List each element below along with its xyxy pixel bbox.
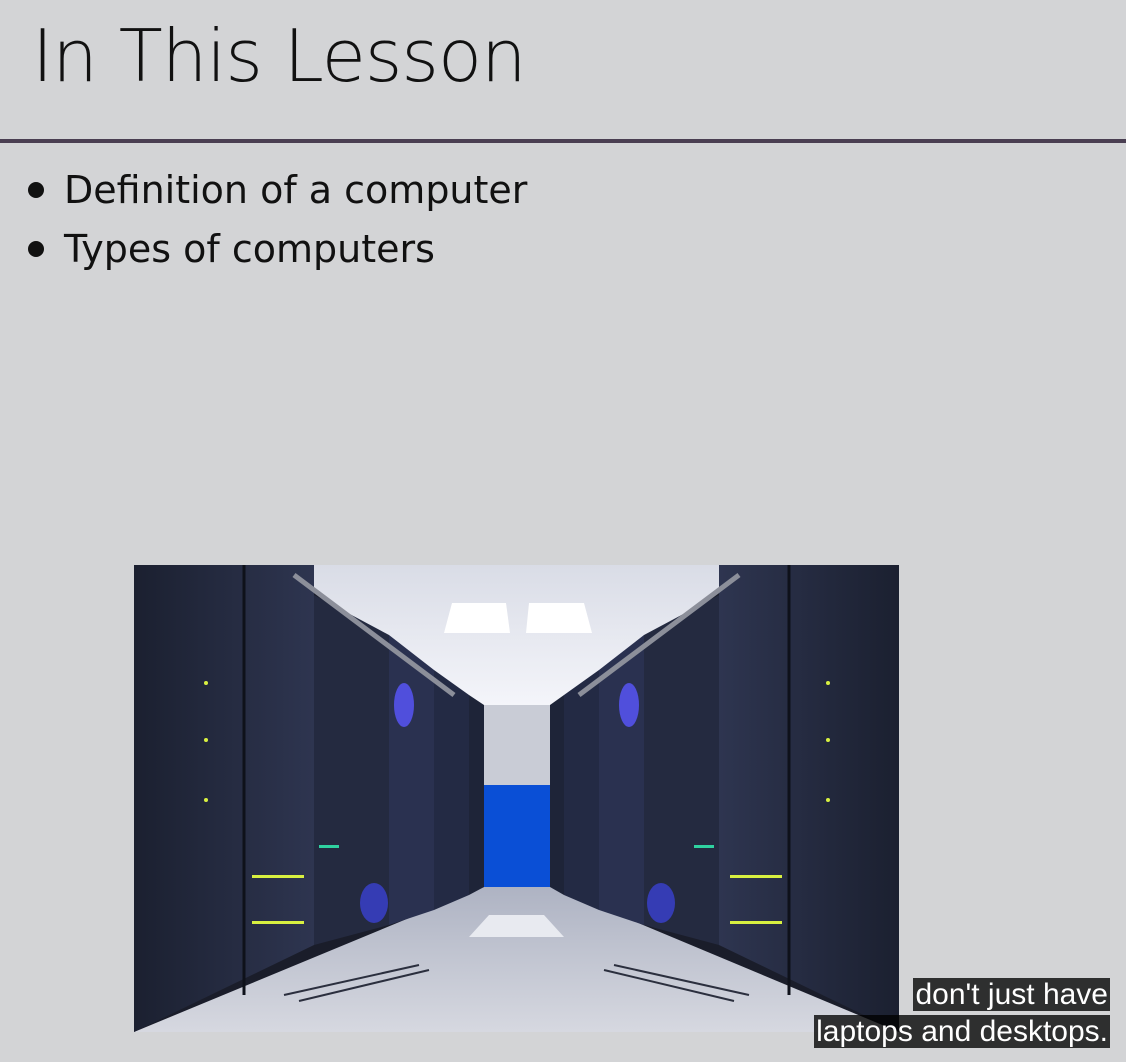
bullet-dot-icon <box>28 240 44 257</box>
subtitle-line: laptops and desktops. <box>814 1015 1110 1048</box>
bullet-list: Definition of a computer Types of comput… <box>28 160 527 278</box>
bullet-dot-icon <box>28 181 44 198</box>
video-subtitles: don't just have laptops and desktops. <box>814 976 1110 1050</box>
bullet-text: Types of computers <box>64 226 435 271</box>
slide-title: In This Lesson <box>32 14 527 98</box>
title-divider <box>0 139 1126 143</box>
bullet-item: Types of computers <box>28 219 527 278</box>
server-room-icon <box>134 565 899 1032</box>
server-room-image <box>134 565 899 1032</box>
subtitle-line: don't just have <box>913 978 1110 1011</box>
bullet-item: Definition of a computer <box>28 160 527 219</box>
bullet-text: Definition of a computer <box>64 167 528 212</box>
